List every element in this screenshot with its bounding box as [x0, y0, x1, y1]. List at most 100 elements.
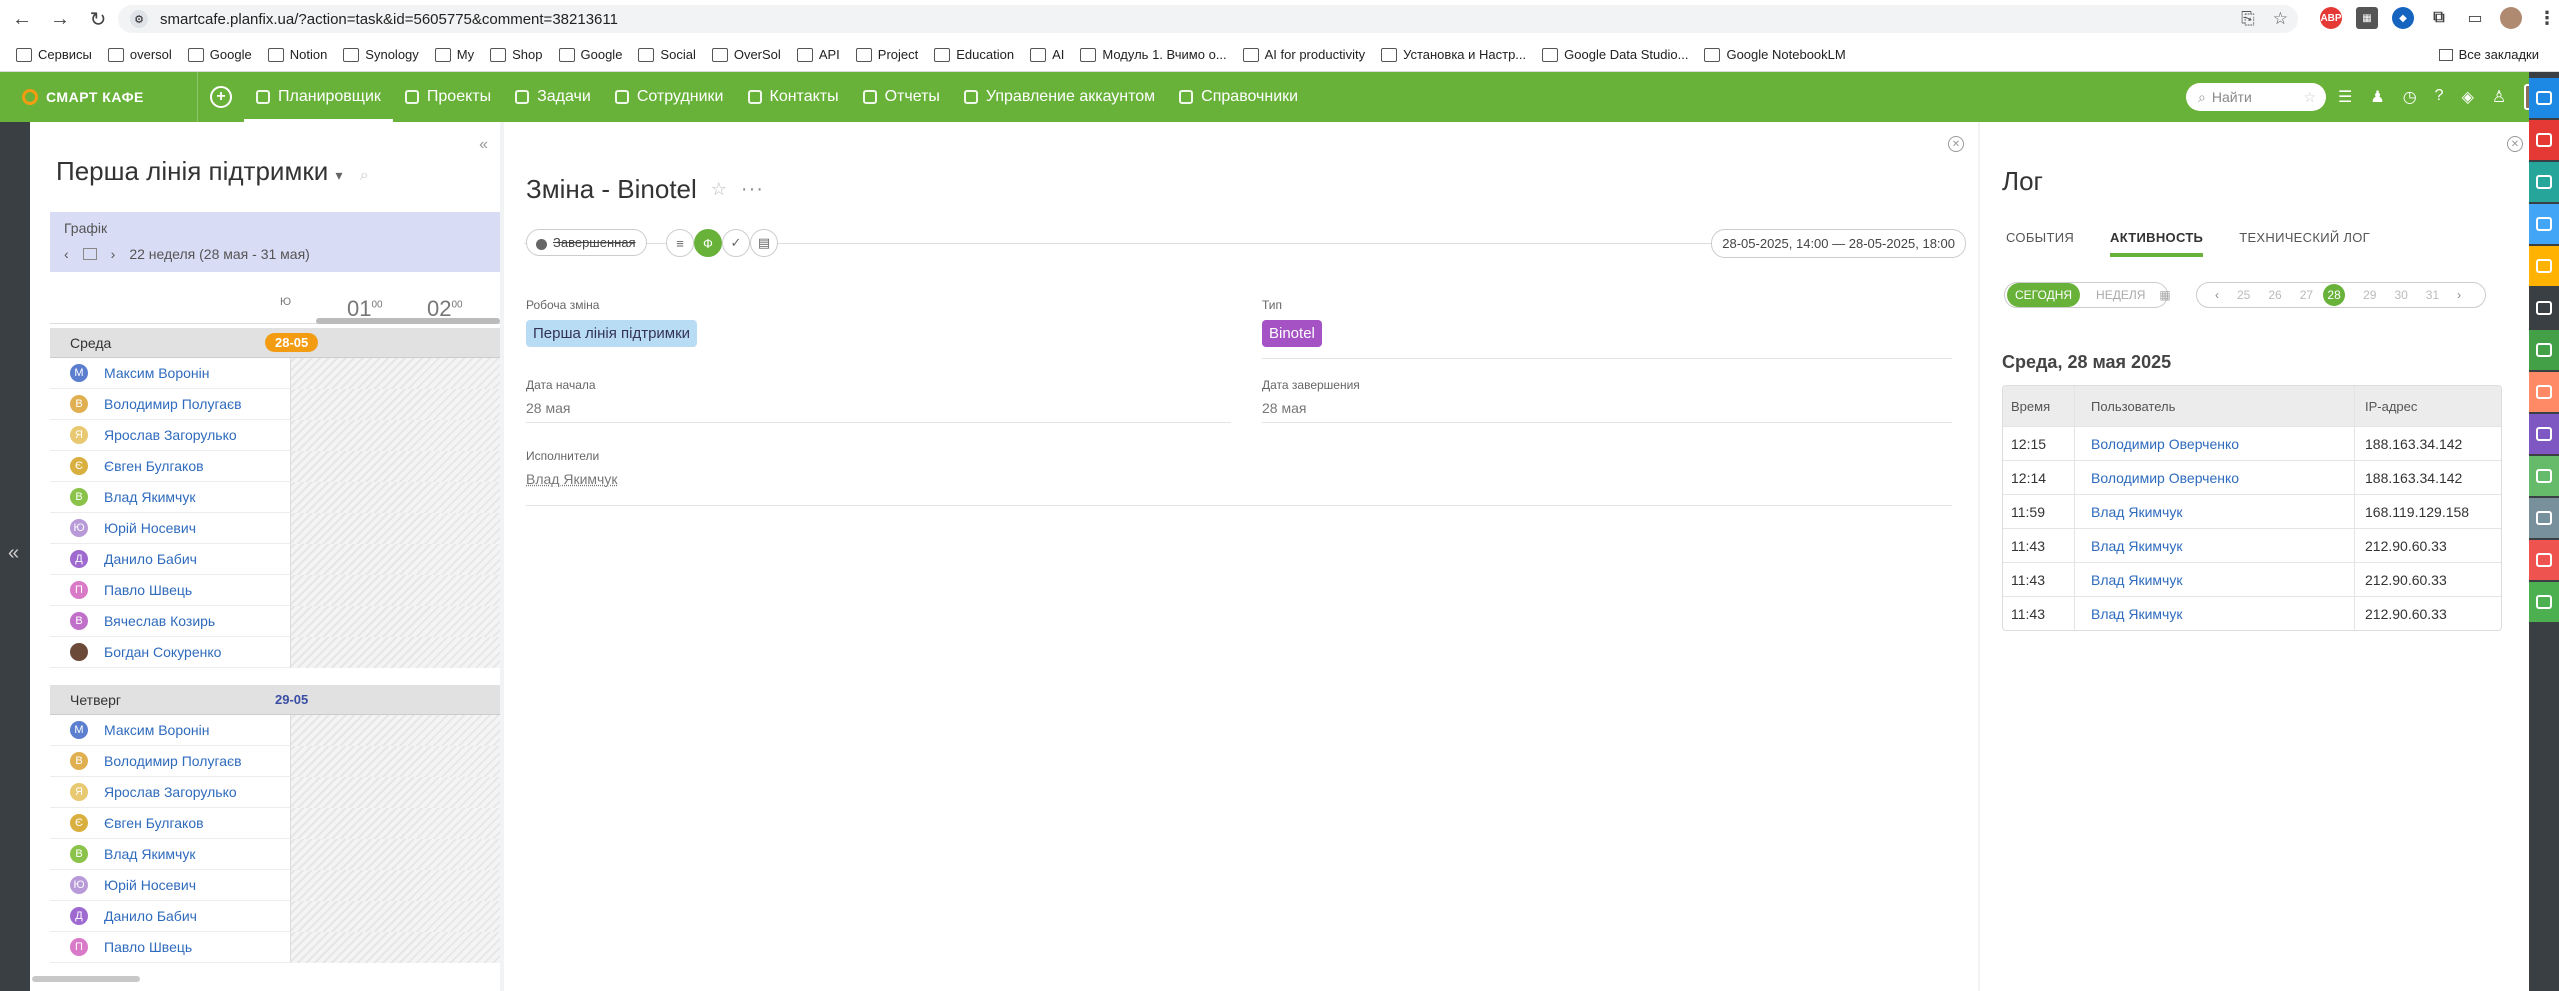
- employee-row[interactable]: В Вячеслав Козирь: [50, 606, 500, 637]
- add-icon[interactable]: +: [210, 86, 232, 108]
- tab-events[interactable]: СОБЫТИЯ: [2006, 230, 2074, 257]
- employee-name[interactable]: Максим Воронін: [104, 722, 210, 738]
- bookmark-item[interactable]: Установка и Настр...: [1381, 47, 1526, 62]
- shift-tag[interactable]: Перша лінія підтримки: [526, 320, 698, 347]
- bookmark-item[interactable]: Education: [934, 47, 1014, 62]
- rail-app-icon[interactable]: [2529, 288, 2559, 328]
- dropdown-caret-icon[interactable]: ▾: [335, 167, 342, 183]
- date-item[interactable]: 29: [2363, 288, 2376, 302]
- search-icon[interactable]: ⌕: [360, 167, 369, 184]
- bookmark-item[interactable]: Google Data Studio...: [1542, 47, 1688, 62]
- tab-activity[interactable]: АКТИВНОСТЬ: [2110, 230, 2204, 257]
- schedule-title[interactable]: Перша лінія підтримки ▾ ⌕: [56, 156, 369, 187]
- rail-app-icon[interactable]: [2529, 120, 2559, 160]
- employee-row[interactable]: В Влад Якимчук: [50, 839, 500, 870]
- calendar-icon[interactable]: ▦: [2159, 288, 2170, 302]
- bookmark-item[interactable]: Модуль 1. Вчимо о...: [1080, 47, 1227, 62]
- rail-app-icon[interactable]: [2529, 204, 2559, 244]
- employee-name[interactable]: Влад Якимчук: [104, 846, 195, 862]
- employee-name[interactable]: Вячеслав Козирь: [104, 613, 215, 629]
- employee-name[interactable]: Данило Бабич: [104, 908, 197, 924]
- bookmark-item[interactable]: Google: [558, 47, 622, 62]
- horizontal-scrollbar[interactable]: [32, 976, 140, 982]
- menu-item[interactable]: Сотрудники: [603, 72, 736, 122]
- profile-avatar[interactable]: [2500, 7, 2522, 29]
- reload-icon[interactable]: ↻: [82, 3, 114, 35]
- employee-name[interactable]: Данило Бабич: [104, 551, 197, 567]
- employee-name[interactable]: Євген Булгаков: [104, 815, 204, 831]
- phone-icon[interactable]: Ф: [694, 229, 722, 257]
- bookmark-item[interactable]: My: [434, 47, 474, 62]
- abp-extension-icon[interactable]: ABP: [2320, 7, 2342, 29]
- calendar-icon[interactable]: [82, 248, 97, 260]
- employee-row[interactable]: М Максим Воронін: [50, 358, 500, 389]
- rail-app-icon[interactable]: [2529, 582, 2559, 622]
- user-link[interactable]: Володимир Оверченко: [2075, 461, 2355, 494]
- employee-row[interactable]: Я Ярослав Загорулько: [50, 777, 500, 808]
- schedule-cell[interactable]: [290, 715, 500, 746]
- tab-technical-log[interactable]: ТЕХНИЧЕСКИЙ ЛОГ: [2239, 230, 2370, 257]
- date-item[interactable]: 28: [2323, 284, 2346, 306]
- layers-icon[interactable]: ◈: [2462, 87, 2474, 107]
- extension-icon[interactable]: ▦: [2356, 7, 2378, 29]
- next-day-icon[interactable]: ›: [2457, 288, 2461, 302]
- task-date-range[interactable]: 28-05-2025, 14:00 — 28-05-2025, 18:00: [1711, 229, 1966, 258]
- user-link[interactable]: Влад Якимчук: [2075, 495, 2355, 528]
- prev-week-icon[interactable]: ‹: [64, 246, 69, 262]
- bookmark-item[interactable]: AI: [1030, 47, 1064, 62]
- address-bar[interactable]: ⚙ smartcafe.planfix.ua/?action=task&id=5…: [118, 5, 2298, 33]
- back-icon[interactable]: ←: [6, 3, 38, 35]
- users-icon[interactable]: ♙: [2492, 87, 2506, 107]
- bookmark-item[interactable]: Сервисы: [16, 47, 92, 62]
- employee-name[interactable]: Володимир Полугаєв: [104, 396, 242, 412]
- employee-name[interactable]: Павло Швець: [104, 939, 192, 955]
- bookmark-item[interactable]: AI for productivity: [1242, 47, 1365, 62]
- schedule-cell[interactable]: [290, 606, 500, 637]
- all-bookmarks[interactable]: Все закладки: [2438, 47, 2539, 62]
- employee-name[interactable]: Євген Булгаков: [104, 458, 204, 474]
- favorite-star-icon[interactable]: ☆: [711, 179, 727, 200]
- prev-day-icon[interactable]: ‹: [2215, 288, 2219, 302]
- employee-row[interactable]: Я Ярослав Загорулько: [50, 420, 500, 451]
- close-icon[interactable]: ✕: [2507, 136, 2523, 152]
- employee-row[interactable]: Є Євген Булгаков: [50, 808, 500, 839]
- schedule-cell[interactable]: [290, 358, 500, 389]
- profile-icon[interactable]: ♟: [2370, 87, 2384, 107]
- schedule-cell[interactable]: [290, 575, 500, 606]
- employee-row[interactable]: П Павло Швець: [50, 932, 500, 963]
- employee-name[interactable]: Володимир Полугаєв: [104, 753, 242, 769]
- employee-row[interactable]: Ю Юрій Носевич: [50, 513, 500, 544]
- employee-name[interactable]: Ярослав Загорулько: [104, 427, 237, 443]
- employee-row[interactable]: Ю Юрій Носевич: [50, 870, 500, 901]
- extensions-puzzle-icon[interactable]: ⧉: [2428, 7, 2450, 29]
- schedule-cell[interactable]: [290, 932, 500, 963]
- user-link[interactable]: Влад Якимчук: [2075, 529, 2355, 562]
- timeline-scrollbar[interactable]: [316, 318, 500, 324]
- employee-name[interactable]: Юрій Носевич: [104, 877, 196, 893]
- hamburger-menu-icon[interactable]: ☰: [2338, 87, 2352, 107]
- schedule-cell[interactable]: [290, 389, 500, 420]
- forward-icon[interactable]: →: [44, 3, 76, 35]
- collapse-panel-icon[interactable]: «: [479, 136, 488, 154]
- site-info-icon[interactable]: ⚙: [130, 10, 148, 28]
- schedule-cell[interactable]: [290, 839, 500, 870]
- schedule-cell[interactable]: [290, 544, 500, 575]
- shield-extension-icon[interactable]: ◆: [2392, 7, 2414, 29]
- week-button[interactable]: НЕДЕЛЯ: [2096, 288, 2145, 302]
- date-item[interactable]: 25: [2237, 288, 2250, 302]
- today-button[interactable]: СЕГОДНЯ: [2007, 283, 2081, 307]
- bookmark-item[interactable]: API: [796, 47, 840, 62]
- clock-icon[interactable]: ◷: [2403, 87, 2417, 107]
- employee-row[interactable]: В Влад Якимчук: [50, 482, 500, 513]
- date-item[interactable]: 30: [2394, 288, 2407, 302]
- menu-item[interactable]: Проекты: [393, 72, 503, 122]
- employee-name[interactable]: Влад Якимчук: [104, 489, 195, 505]
- menu-item[interactable]: Контакты: [736, 72, 851, 122]
- rail-app-icon[interactable]: [2529, 372, 2559, 412]
- schedule-cell[interactable]: [290, 451, 500, 482]
- more-menu-icon[interactable]: ⋮: [2536, 7, 2558, 29]
- rail-app-icon[interactable]: [2529, 330, 2559, 370]
- help-icon[interactable]: ?: [2435, 87, 2444, 107]
- close-icon[interactable]: ✕: [1948, 136, 1964, 152]
- employee-row[interactable]: П Павло Швець: [50, 575, 500, 606]
